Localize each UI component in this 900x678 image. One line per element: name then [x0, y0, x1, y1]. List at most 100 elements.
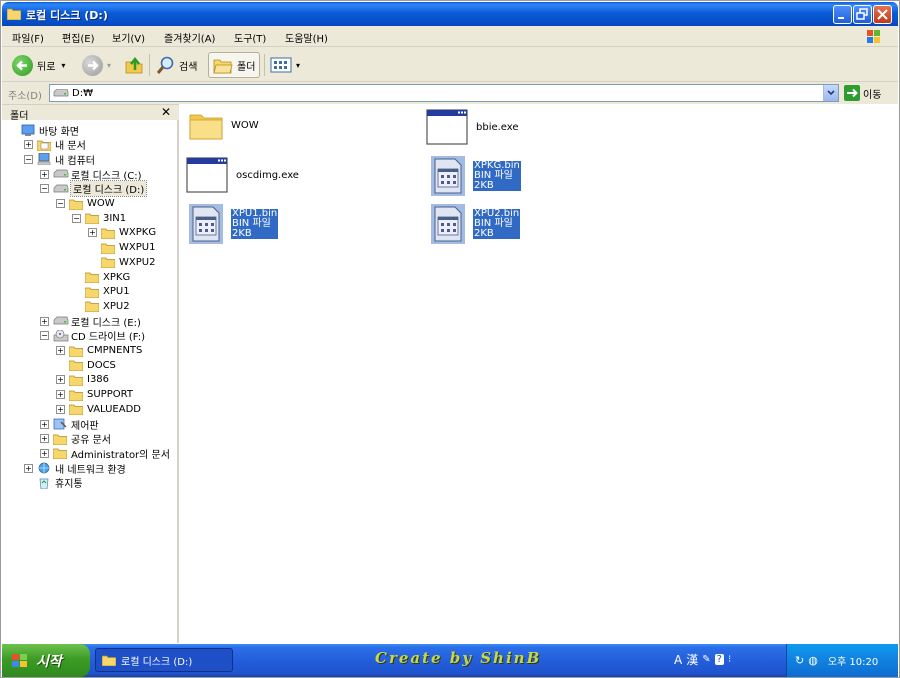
tray-volume-icon[interactable]: ◍: [808, 654, 818, 667]
tree-node-label: 로컬 디스크 (D:): [69, 180, 148, 198]
collapse-icon[interactable]: −: [56, 199, 65, 208]
tree-node[interactable]: 바탕 화면: [8, 123, 79, 138]
views-button[interactable]: ▾: [270, 52, 300, 78]
collapse-icon[interactable]: −: [72, 213, 81, 223]
watermark-text: Create by ShinB: [375, 649, 542, 667]
menu-file[interactable]: 파일(F): [12, 30, 44, 45]
tree-node[interactable]: 휴지통: [24, 476, 83, 490]
tree-node[interactable]: WXPU1: [88, 241, 155, 255]
back-button[interactable]: 뒤로 ▾: [12, 52, 65, 78]
expand-icon[interactable]: +: [56, 375, 65, 385]
tree-node-label: XPU1: [103, 286, 130, 298]
windows-flag-icon: [12, 653, 27, 667]
collapse-icon[interactable]: −: [24, 154, 33, 164]
taskbar-window-button[interactable]: 로컬 디스크 (D:): [95, 648, 233, 672]
ime-mode-a[interactable]: A: [674, 653, 682, 667]
drive-icon: [53, 315, 69, 327]
restore-button[interactable]: [853, 5, 872, 24]
tree-node[interactable]: + 로컬 디스크 (C:): [40, 167, 142, 182]
folder-icon: [84, 212, 100, 225]
up-folder-button[interactable]: [124, 52, 144, 78]
search-icon: [156, 56, 174, 74]
tree-node[interactable]: − 로컬 디스크 (D:): [40, 180, 148, 198]
menu-favorites[interactable]: 즐겨찾기(A): [164, 30, 215, 45]
tree-node[interactable]: XPU2: [72, 299, 130, 313]
tree-node[interactable]: + Administrator의 문서: [40, 446, 170, 461]
tree-node[interactable]: + 로컬 디스크 (E:): [40, 314, 141, 329]
folder-window-icon: [7, 8, 21, 20]
tree-node[interactable]: + SUPPORT: [56, 388, 133, 402]
file-label: XPU2.bin BIN 파일 2KB: [473, 209, 521, 239]
folder-icon: [52, 447, 68, 460]
expand-icon[interactable]: +: [56, 346, 65, 355]
tree-node-label: 바탕 화면: [39, 126, 79, 138]
tree-node[interactable]: + 내 문서: [24, 138, 86, 152]
expand-icon[interactable]: +: [88, 228, 97, 238]
bin-file-icon: [189, 204, 223, 244]
file-item-bbie[interactable]: bbie.exe: [426, 109, 519, 145]
collapse-icon[interactable]: −: [40, 184, 49, 194]
tree-node[interactable]: − 3IN1: [72, 211, 126, 225]
title-bar[interactable]: 로컬 디스크 (D:): [2, 2, 898, 26]
back-dropdown-icon[interactable]: ▾: [61, 61, 65, 70]
menu-help[interactable]: 도움말(H): [285, 30, 328, 45]
menu-tools[interactable]: 도구(T): [234, 30, 266, 45]
ime-toolbar[interactable]: A 漢 ✎ ? ⁝: [674, 651, 731, 668]
menu-edit[interactable]: 편집(E): [62, 30, 95, 45]
ime-settings-icon[interactable]: ✎: [702, 654, 710, 665]
expand-icon[interactable]: +: [40, 316, 49, 326]
tree-node[interactable]: + WXPKG: [88, 226, 156, 240]
expand-icon[interactable]: +: [40, 448, 49, 458]
tree-node[interactable]: + I386: [56, 373, 109, 387]
forward-button[interactable]: ▾: [82, 52, 111, 78]
tree-node[interactable]: − 내 컴퓨터: [24, 152, 95, 167]
folders-button[interactable]: 폴더: [208, 52, 261, 78]
address-input[interactable]: D:₩: [49, 84, 839, 102]
menu-view[interactable]: 보기(V): [112, 30, 145, 45]
expand-icon[interactable]: +: [40, 434, 49, 444]
go-button[interactable]: 이동: [844, 85, 881, 101]
expand-icon[interactable]: +: [56, 404, 65, 414]
file-item-xpu2-bin[interactable]: XPU2.bin BIN 파일 2KB: [431, 204, 521, 244]
tree-node[interactable]: − WOW: [56, 197, 115, 211]
file-item-xpkg-bin[interactable]: XPKG.bin BIN 파일 2KB: [431, 156, 521, 196]
expand-icon[interactable]: +: [24, 463, 33, 473]
minimize-button[interactable]: [833, 5, 852, 24]
tree-node[interactable]: + 내 네트워크 환경: [24, 461, 126, 476]
file-label: XPKG.bin BIN 파일 2KB: [473, 161, 521, 191]
search-button[interactable]: 검색: [155, 52, 197, 78]
address-dropdown-button[interactable]: [823, 85, 838, 101]
tree-node[interactable]: XPU1: [72, 285, 130, 299]
address-value: D:₩: [72, 88, 93, 99]
tree-node[interactable]: XPKG: [72, 270, 130, 284]
tray-network-icon[interactable]: ↻: [795, 654, 804, 667]
views-dropdown-icon: ▾: [296, 60, 301, 70]
close-button[interactable]: [873, 5, 892, 24]
tree-node[interactable]: + VALUEADD: [56, 402, 141, 416]
tree-node-label: 로컬 디스크 (E:): [71, 317, 141, 329]
tree-node[interactable]: WXPU2: [88, 255, 155, 269]
help-icon[interactable]: ?: [714, 654, 724, 665]
toolbar-separator: [264, 54, 265, 76]
expand-icon[interactable]: +: [40, 419, 49, 429]
collapse-icon[interactable]: −: [40, 331, 49, 341]
tree-node[interactable]: + 공유 문서: [40, 432, 111, 446]
tree-node[interactable]: DOCS: [56, 358, 116, 372]
expand-icon[interactable]: +: [40, 169, 49, 179]
expand-icon[interactable]: +: [56, 390, 65, 400]
tree-node[interactable]: + 제어판: [40, 417, 99, 432]
tree-node[interactable]: + CMPNENTS: [56, 344, 142, 358]
start-button[interactable]: 시작: [2, 644, 90, 677]
ime-options-icon[interactable]: ⁝: [728, 654, 731, 665]
close-pane-icon[interactable]: ✕: [161, 105, 171, 119]
file-item-xpu1-bin[interactable]: XPU1.bin BIN 파일 2KB: [189, 204, 279, 244]
desktop-icon: [21, 124, 35, 136]
ime-hanja[interactable]: 漢: [686, 651, 698, 668]
go-arrow-icon: [844, 85, 860, 101]
file-item-wow[interactable]: WOW: [189, 109, 259, 141]
tree-node-label: I386: [87, 374, 110, 386]
expand-icon[interactable]: +: [24, 140, 33, 150]
tree-node[interactable]: − CD 드라이브 (F:): [40, 329, 145, 343]
file-item-oscdimg[interactable]: oscdimg.exe: [186, 157, 299, 193]
